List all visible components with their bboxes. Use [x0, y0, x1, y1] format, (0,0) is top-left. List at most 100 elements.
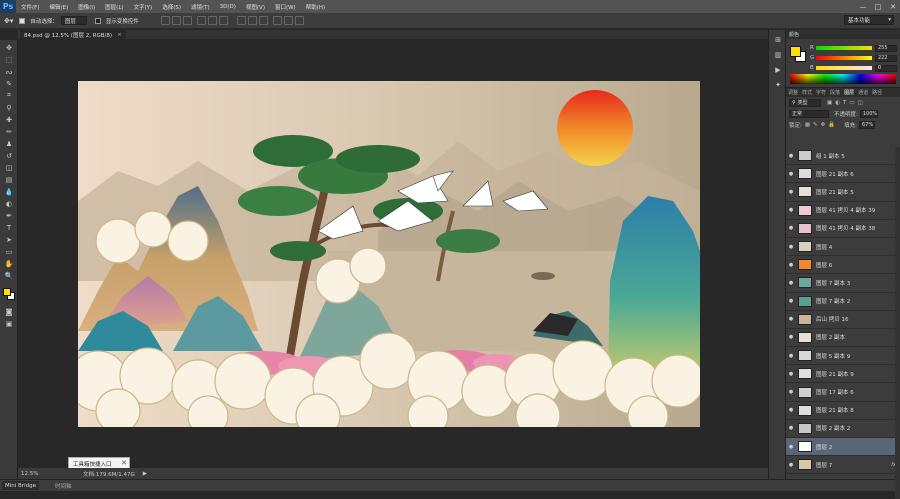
red-slider[interactable]: [816, 46, 872, 50]
align-bottom-icon[interactable]: [182, 16, 192, 25]
zoom-tool-icon[interactable]: 🔍: [4, 271, 14, 280]
layer-row[interactable]: ● 后山 拷贝 16: [786, 310, 900, 329]
tab-paths[interactable]: 路径: [872, 89, 882, 96]
opacity-input[interactable]: 100%: [859, 109, 878, 118]
visibility-eye-icon[interactable]: ●: [786, 444, 796, 450]
lock-icons[interactable]: ▦✎✥🔒: [805, 122, 838, 128]
screen-mode-icon[interactable]: ▣: [4, 319, 14, 328]
align-left-icon[interactable]: [196, 16, 206, 25]
tab-paragraph[interactable]: 段落: [830, 89, 840, 96]
history-brush-tool-icon[interactable]: ↺: [4, 151, 14, 160]
type-tool-icon[interactable]: T: [4, 223, 14, 232]
layer-kind-filter[interactable]: ⚲ 类型: [789, 98, 821, 107]
align-top-icon[interactable]: [160, 16, 170, 25]
blur-tool-icon[interactable]: 💧: [4, 187, 14, 196]
layer-row[interactable]: ● 图层 21 副本 8: [786, 401, 900, 420]
eraser-tool-icon[interactable]: ◫: [4, 163, 14, 172]
color-spectrum[interactable]: [790, 74, 896, 84]
close-window-button[interactable]: ✕: [886, 0, 900, 13]
foreground-color-swatch[interactable]: [790, 46, 801, 57]
gradient-tool-icon[interactable]: ▤: [4, 175, 14, 184]
distribute-bottom-icon[interactable]: [258, 16, 268, 25]
auto-select-checkbox[interactable]: [19, 17, 26, 24]
canvas-area[interactable]: [18, 39, 768, 469]
tab-styles[interactable]: 样式: [802, 89, 812, 96]
visibility-eye-icon[interactable]: ●: [786, 244, 796, 250]
tab-character[interactable]: 字符: [816, 89, 826, 96]
red-value-input[interactable]: 255: [875, 44, 897, 52]
timeline-tab[interactable]: 时间轴: [55, 481, 72, 490]
status-menu-arrow-icon[interactable]: ▶: [143, 471, 147, 477]
visibility-eye-icon[interactable]: ●: [786, 280, 796, 286]
clone-stamp-tool-icon[interactable]: ♟: [4, 139, 14, 148]
visibility-eye-icon[interactable]: ●: [786, 389, 796, 395]
distribute-left-icon[interactable]: [272, 16, 282, 25]
tab-adjustments[interactable]: 调整: [788, 89, 798, 96]
color-panel-title[interactable]: 颜色: [789, 31, 799, 38]
menu-help[interactable]: 帮助(H): [301, 3, 330, 11]
layer-row[interactable]: ● 图层 7 fx: [786, 456, 900, 475]
lasso-tool-icon[interactable]: ᔓ: [4, 67, 14, 76]
align-right-icon[interactable]: [218, 16, 228, 25]
align-vcenter-icon[interactable]: [171, 16, 181, 25]
menu-3d[interactable]: 3D(D): [215, 4, 241, 10]
dodge-tool-icon[interactable]: ◐: [4, 199, 14, 208]
blue-slider[interactable]: [816, 66, 872, 70]
actions-icon[interactable]: ▶: [773, 65, 783, 75]
visibility-eye-icon[interactable]: ●: [786, 298, 796, 304]
layer-row[interactable]: ● 图层 41 拷贝 4 副本 38: [786, 219, 900, 238]
layer-row[interactable]: ● 图层 2 副本: [786, 328, 900, 348]
menu-file[interactable]: 文件(F): [16, 3, 44, 11]
tab-channels[interactable]: 通道: [858, 89, 868, 96]
layers-scrollbar[interactable]: [895, 147, 900, 499]
auto-select-dropdown[interactable]: 图层: [60, 16, 87, 25]
layer-row[interactable]: ● 图层 5 副本 9: [786, 347, 900, 366]
history-icon[interactable]: ⊞: [773, 35, 783, 45]
filter-icons[interactable]: ▣◐T▭◫: [827, 100, 866, 106]
foreground-color-swatch[interactable]: [3, 288, 11, 296]
layer-row[interactable]: ● 图层 21 副本 6: [786, 165, 900, 184]
menu-select[interactable]: 选择(S): [157, 3, 186, 11]
eyedropper-tool-icon[interactable]: ⚲: [4, 103, 14, 112]
layer-row[interactable]: ● 图层 6: [786, 256, 900, 275]
visibility-eye-icon[interactable]: ●: [786, 316, 796, 322]
visibility-eye-icon[interactable]: ●: [786, 262, 796, 268]
fill-input[interactable]: 67%: [858, 120, 875, 129]
visibility-eye-icon[interactable]: ●: [786, 353, 796, 359]
layer-row[interactable]: ● 图层 4: [786, 237, 900, 257]
visibility-eye-icon[interactable]: ●: [786, 189, 796, 195]
document-tab[interactable]: 84.psd @ 12.5% (图层 2, RGB/8) ×: [20, 30, 126, 39]
hand-tool-icon[interactable]: ✋: [4, 259, 14, 268]
quick-select-tool-icon[interactable]: ✎: [4, 79, 14, 88]
blend-mode-dropdown[interactable]: 正常: [789, 109, 829, 118]
menu-filter[interactable]: 滤镜(T): [186, 3, 215, 11]
blue-value-input[interactable]: 0: [875, 64, 897, 72]
menu-edit[interactable]: 编辑(E): [44, 3, 73, 11]
visibility-eye-icon[interactable]: ●: [786, 171, 796, 177]
layer-row[interactable]: ● 组 1 副本 5: [786, 147, 900, 166]
mini-bridge-tab[interactable]: Mini Bridge: [2, 481, 39, 490]
maximize-button[interactable]: □: [871, 0, 885, 13]
show-transform-checkbox[interactable]: [94, 17, 101, 24]
brush-tool-icon[interactable]: ✏: [4, 127, 14, 136]
layer-row[interactable]: ● 图层 7 副本 2: [786, 292, 900, 311]
layer-row[interactable]: ● 图层 2: [786, 438, 900, 457]
menu-type[interactable]: 文字(Y): [129, 3, 158, 11]
visibility-eye-icon[interactable]: ●: [786, 225, 796, 231]
tab-layers[interactable]: 图层: [844, 89, 854, 96]
visibility-eye-icon[interactable]: ●: [786, 371, 796, 377]
layer-row[interactable]: ● 图层 7 副本 3: [786, 274, 900, 293]
distribute-vcenter-icon[interactable]: [247, 16, 257, 25]
visibility-eye-icon[interactable]: ●: [786, 334, 796, 340]
layer-row[interactable]: ● 图层 41 拷贝 4 副本 39: [786, 201, 900, 220]
layer-row[interactable]: ● 图层 2 副本 2: [786, 419, 900, 438]
green-slider[interactable]: [816, 56, 872, 60]
visibility-eye-icon[interactable]: ●: [786, 462, 796, 468]
marquee-tool-icon[interactable]: ⬚: [4, 55, 14, 64]
artwork-canvas[interactable]: [78, 81, 700, 427]
layer-row[interactable]: ● 图层 21 副本 5: [786, 183, 900, 202]
visibility-eye-icon[interactable]: ●: [786, 153, 796, 159]
shape-tool-icon[interactable]: ▭: [4, 247, 14, 256]
visibility-eye-icon[interactable]: ●: [786, 425, 796, 431]
minimize-button[interactable]: —: [856, 0, 870, 13]
